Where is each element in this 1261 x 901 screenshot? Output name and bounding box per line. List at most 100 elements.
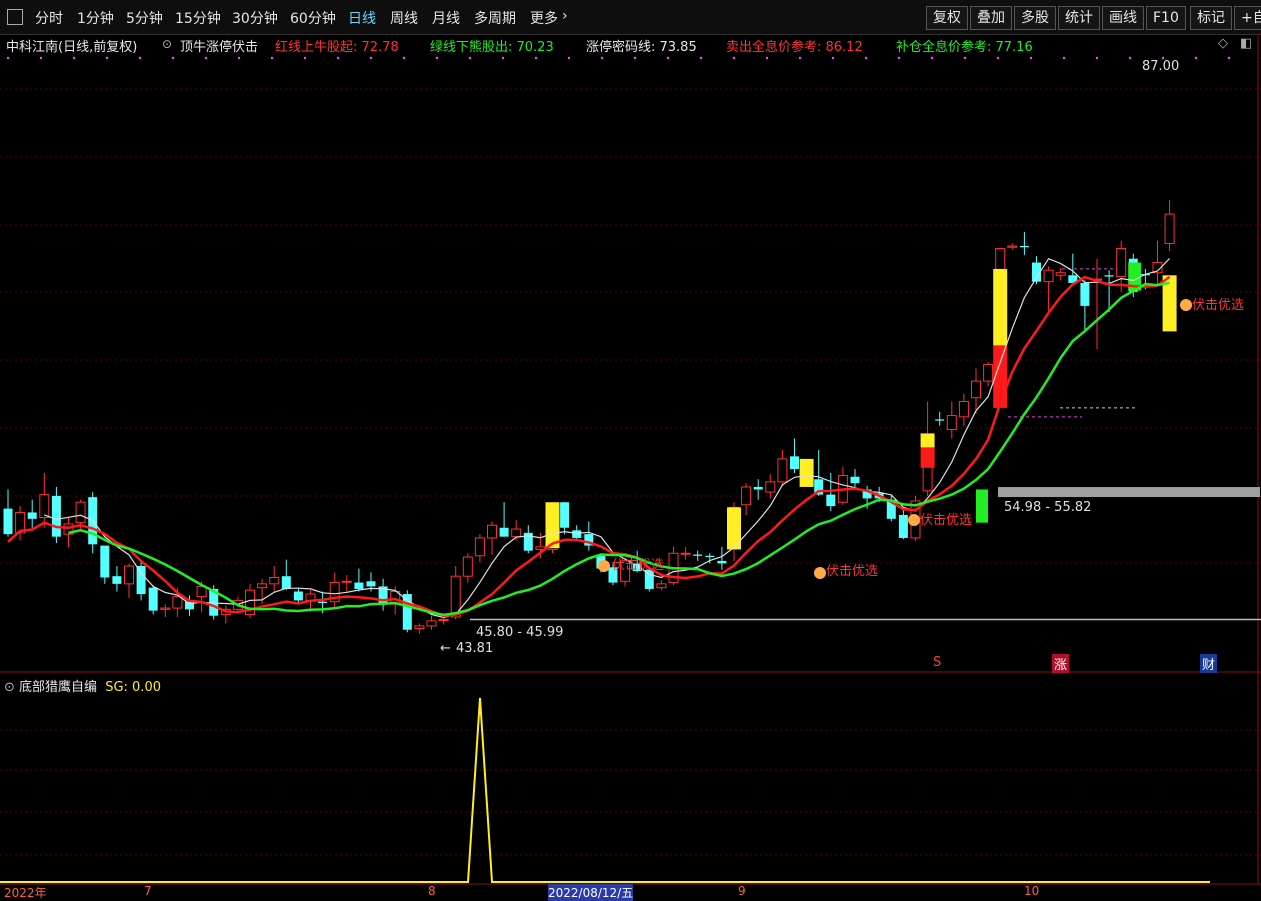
candle [693,551,702,561]
marker-zhang: 涨 [1052,654,1069,673]
candle [379,579,388,611]
candle-body [173,597,182,608]
signal-icons [598,299,1192,579]
candle [137,560,146,601]
candle-body [100,546,109,578]
candle [1020,232,1029,255]
signal-box [727,507,741,549]
candle-body [40,495,49,518]
dropdown-icon[interactable]: ⊙ [4,680,15,695]
candle [161,604,170,617]
kline-chart[interactable]: 87.00 ← 43.81 45.80 - 45.99 54.98 - 55.8… [0,0,1261,896]
tick-dot [106,57,108,59]
tick-dot [271,57,273,59]
candle-body [984,365,993,382]
range-high-label: 54.98 - 55.82 [1004,500,1091,515]
candle-body [1008,246,1017,247]
candle [1032,256,1041,284]
tick-dot [40,57,42,59]
candle-body [790,456,799,469]
candle [935,412,944,426]
candle [584,521,593,550]
tick-dot [403,57,405,59]
tick-dot [139,57,141,59]
candle [984,362,993,386]
candle-body [342,581,351,582]
candle [1093,259,1102,350]
tick-dot [502,57,504,59]
candle [1044,266,1053,311]
candle [88,492,97,553]
sg-value: SG: 0.00 [105,680,161,695]
candle-body [959,402,968,417]
candle-body [112,576,121,584]
flame-icon [908,514,920,526]
tick-dot [568,57,570,59]
tick-dot [700,57,702,59]
candle [488,521,497,554]
candle-body [742,487,751,505]
low-price-label: 43.81 [456,641,493,656]
candle-body [403,594,412,630]
candle [1165,200,1174,251]
tick-dot [1030,57,1032,59]
candle [778,450,787,486]
candle-body [717,561,726,564]
signal-box [921,447,935,467]
tick-dot [601,57,603,59]
candle [657,580,666,590]
candle-body [149,588,158,611]
signal-box [976,490,988,523]
tick-dot [436,57,438,59]
tick-dot [865,57,867,59]
candle [1153,241,1162,286]
candle-body [282,576,291,589]
tick-dot [799,57,801,59]
candle [282,560,291,591]
tick-dot [964,57,966,59]
candle [28,500,37,528]
tick-dot [667,57,669,59]
candle-body [899,515,908,538]
candle-body [657,584,666,588]
candle-series [4,200,1177,634]
candle-body [137,566,146,594]
candle [1008,243,1017,249]
candle [4,490,13,537]
axis-cursor-date: 2022/08/12/五 [548,884,633,901]
candle-body [935,419,944,420]
candle [790,439,799,473]
candle [669,547,678,585]
candle-body [161,608,170,609]
candle-body [681,553,690,554]
tick-dot [898,57,900,59]
tick-dot [1063,57,1065,59]
tick-dot [205,57,207,59]
candle-body [947,416,956,430]
candle-body [354,583,363,589]
signal-box [993,269,1007,346]
flame-icon [598,560,610,572]
signal-label: 伏击优选 [826,564,878,579]
candle [754,479,763,499]
candle [524,525,533,553]
tick-dot [337,57,339,59]
candle-body [972,381,981,398]
tick-dot [832,57,834,59]
tick-dot [1228,57,1230,59]
candle [427,616,436,630]
signal-label: 伏击优选 [612,558,664,573]
tick-dot [304,57,306,59]
tick-dot [997,57,999,59]
tick-dot [733,57,735,59]
candle [959,394,968,426]
candle-body [693,555,702,556]
candle-body [76,502,85,522]
candle-body [500,528,509,537]
candle [681,547,690,560]
flame-icon [814,567,826,579]
candle [403,590,412,632]
candle-body [258,584,267,588]
candle [463,553,472,582]
candle-body [1080,283,1089,306]
